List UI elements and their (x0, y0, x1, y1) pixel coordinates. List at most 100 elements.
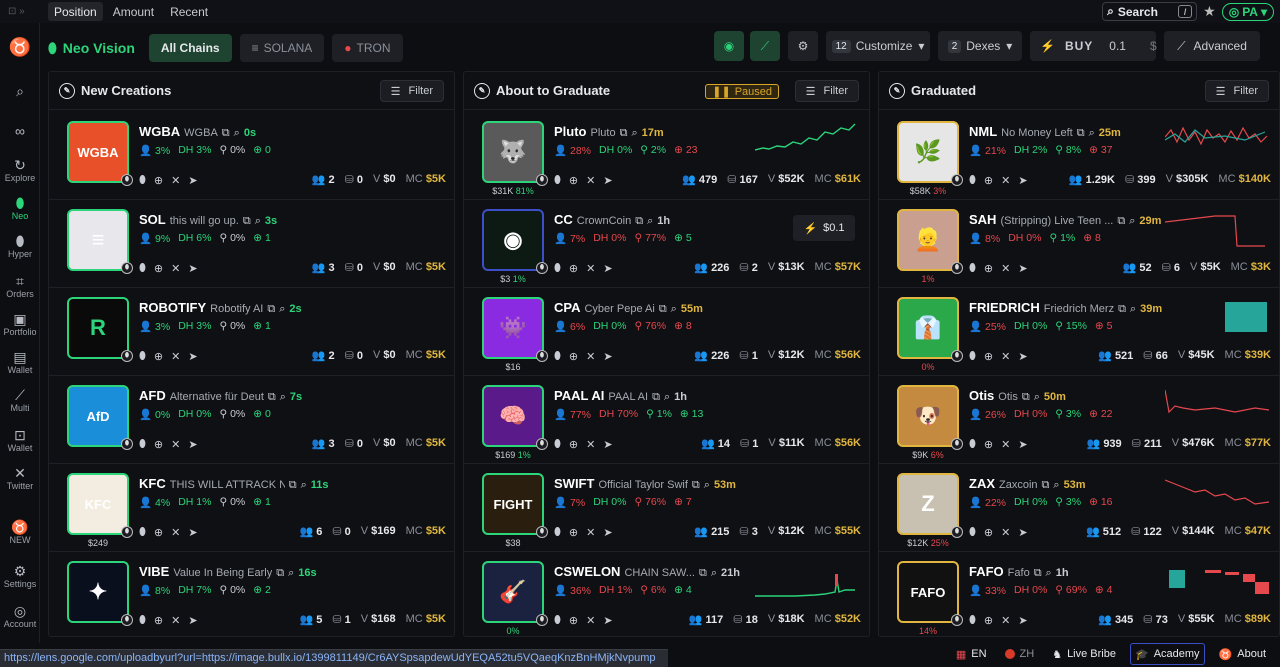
tab-recent[interactable]: Recent (164, 2, 214, 21)
quick-buy[interactable]: ⚡ BUY 0.1 $ (1030, 31, 1157, 61)
token-row[interactable]: ◉ ⬮ $3 1% CC CrownCoin ⧉ ⌕ 1h 👤 7% DH 0% ⚲ 77%… (464, 200, 869, 288)
sidebar-item-hyper[interactable]: ⬮ Hyper (0, 233, 40, 259)
globe-icon[interactable]: ⊕ (154, 174, 163, 187)
copy-icon[interactable]: ⧉ (620, 127, 628, 140)
x-icon[interactable]: ✕ (1001, 174, 1010, 187)
search-icon[interactable]: ⌕ (671, 303, 677, 316)
lang-en[interactable]: ▦ EN (952, 643, 991, 665)
bull-logo-icon[interactable]: ♉ (0, 37, 40, 58)
copy-icon[interactable]: ⧉ (659, 303, 667, 316)
academy-link[interactable]: 🎓 Academy (1129, 643, 1205, 665)
globe-icon[interactable]: ⊕ (984, 526, 993, 539)
copy-icon[interactable]: ⧉ (635, 215, 643, 228)
token-row[interactable]: ✦ ⬮ VIBE Value In Being Early ⧉ ⌕ 16s 👤 8% DH… (49, 552, 454, 636)
filter-button[interactable]: ☰ Filter (1204, 80, 1269, 102)
globe-icon[interactable]: ⊕ (154, 262, 163, 275)
about-link[interactable]: ♉ About (1215, 643, 1270, 665)
sidebar-item-portfolio[interactable]: ▣ Portfolio (0, 311, 40, 337)
tab-amount[interactable]: Amount (107, 2, 160, 21)
search-icon[interactable]: ⌕ (711, 567, 717, 580)
token-avatar[interactable]: 🎸 (482, 561, 544, 623)
telegram-icon[interactable]: ➤ (1018, 438, 1027, 451)
token-row[interactable]: 👱 ⬮ 1% SAH (Stripping) Live Teen ... ⧉ ⌕ 29m … (879, 200, 1279, 288)
token-ticker[interactable]: FAFO (969, 564, 1004, 579)
token-row[interactable]: FIGHT ⬮ $38 SWIFT Official Taylor Swif ⧉ ⌕ 53… (464, 464, 869, 552)
token-avatar[interactable]: 🧠 (482, 385, 544, 447)
token-avatar[interactable]: FIGHT (482, 473, 544, 535)
token-ticker[interactable]: Otis (969, 388, 994, 403)
telegram-icon[interactable]: ➤ (603, 350, 612, 363)
search-icon[interactable]: ⌕ (301, 479, 307, 492)
token-avatar[interactable]: Z (897, 473, 959, 535)
search-icon[interactable]: ⌕ (1034, 391, 1040, 404)
token-avatar[interactable]: 🐺 (482, 121, 544, 183)
token-row[interactable]: KFC ⬮ $249 KFC THIS WILL ATTRACK NI ⧉ ⌕ 11s 👤… (49, 464, 454, 552)
token-row[interactable]: 🐶 ⬮ $9K 6% Otis Otis ⧉ ⌕ 50m 👤 26% DH 0% ⚲ 3% … (879, 376, 1279, 464)
sidebar-item-link[interactable]: ∞ (0, 123, 40, 139)
chain-solana[interactable]: ≡ SOLANA (239, 34, 325, 62)
pill-icon[interactable]: ⬮ (139, 174, 146, 187)
token-row[interactable]: FAFO ⬮ 14% FAFO Fafo ⧉ ⌕ 1h 👤 33% DH 0% ⚲ 69%… (879, 552, 1279, 636)
token-ticker[interactable]: PAAL AI (554, 388, 604, 403)
x-icon[interactable]: ✕ (586, 174, 595, 187)
copy-icon[interactable]: ⧉ (276, 567, 284, 580)
sidebar-item-account[interactable]: ◎ Account (0, 603, 40, 629)
copy-icon[interactable]: ⧉ (699, 567, 707, 580)
telegram-icon[interactable]: ➤ (603, 614, 612, 627)
search-icon[interactable]: ⌕ (704, 479, 710, 492)
pill-icon[interactable]: ⬮ (969, 614, 976, 627)
globe-icon[interactable]: ⊕ (984, 262, 993, 275)
globe-icon[interactable]: ⊕ (569, 438, 578, 451)
customize-button[interactable]: 12 Customize ▾ (826, 31, 930, 61)
pill-icon[interactable]: ⬮ (969, 438, 976, 451)
token-avatar[interactable]: FAFO (897, 561, 959, 623)
telegram-icon[interactable]: ➤ (603, 262, 612, 275)
dexes-button[interactable]: 2 Dexes ▾ (938, 31, 1022, 61)
token-ticker[interactable]: KFC (139, 476, 166, 491)
token-avatar[interactable]: 🌿 (897, 121, 959, 183)
copy-icon[interactable]: ⧉ (1022, 391, 1030, 404)
telegram-icon[interactable]: ➤ (1018, 614, 1027, 627)
pill-icon[interactable]: ⬮ (554, 174, 561, 187)
token-avatar[interactable]: 👔 (897, 297, 959, 359)
pill-icon[interactable]: ⬮ (139, 262, 146, 275)
x-icon[interactable]: ✕ (1001, 526, 1010, 539)
telegram-icon[interactable]: ➤ (188, 350, 197, 363)
x-icon[interactable]: ✕ (171, 438, 180, 451)
token-row[interactable]: 🌿 ⬮ $58K 3% NML No Money Left ⧉ ⌕ 25m 👤 21% DH… (879, 112, 1279, 200)
search-icon[interactable]: ⌕ (664, 391, 670, 404)
token-avatar[interactable]: 🐶 (897, 385, 959, 447)
sidebar-item-search[interactable]: ⌕ (0, 83, 40, 99)
token-ticker[interactable]: VIBE (139, 564, 169, 579)
token-avatar[interactable]: WGBA (67, 121, 129, 183)
search-icon[interactable]: ⌕ (647, 215, 653, 228)
quick-buy-button[interactable]: ⚡ $0.1 (793, 215, 855, 241)
pill-icon[interactable]: ⬮ (969, 526, 976, 539)
copy-icon[interactable]: ⧉ (267, 303, 275, 316)
token-row[interactable]: 🐺 ⬮ $31K 81% Pluto Pluto ⧉ ⌕ 17m 👤 28% DH 0% ⚲… (464, 112, 869, 200)
filter-button[interactable]: ☰ Filter (379, 80, 444, 102)
token-ticker[interactable]: SOL (139, 212, 166, 227)
pill-icon[interactable]: ⬮ (554, 350, 561, 363)
x-icon[interactable]: ✕ (586, 438, 595, 451)
token-row[interactable]: 🎸 ⬮ 0% CSWELON CHAIN SAW... ⧉ ⌕ 21h 👤 36% DH … (464, 552, 869, 636)
globe-icon[interactable]: ⊕ (154, 526, 163, 539)
tab-position[interactable]: Position (48, 2, 103, 21)
token-row[interactable]: ≡ ⬮ SOL this will go up. ⧉ ⌕ 3s 👤 9% DH 6% ⚲ … (49, 200, 454, 288)
lang-zh[interactable]: ZH (1001, 643, 1039, 665)
globe-icon[interactable]: ⊕ (569, 174, 578, 187)
copy-icon[interactable]: ⧉ (1077, 127, 1085, 140)
pill-icon[interactable]: ⬮ (554, 438, 561, 451)
token-ticker[interactable]: CPA (554, 300, 580, 315)
globe-icon[interactable]: ⊕ (154, 614, 163, 627)
token-ticker[interactable]: SAH (969, 212, 996, 227)
telegram-icon[interactable]: ➤ (1018, 174, 1027, 187)
globe-icon[interactable]: ⊕ (569, 614, 578, 627)
pill-icon[interactable]: ⬮ (554, 526, 561, 539)
search-icon[interactable]: ⌕ (1089, 127, 1095, 140)
token-ticker[interactable]: AFD (139, 388, 166, 403)
copy-icon[interactable]: ⧉ (222, 127, 230, 140)
telegram-icon[interactable]: ➤ (603, 438, 612, 451)
token-row[interactable]: AfD ⬮ AFD Alternative für Deut ⧉ ⌕ 7s 👤 0% DH… (49, 376, 454, 464)
buy-amount-input[interactable]: 0.1 (1109, 39, 1126, 53)
